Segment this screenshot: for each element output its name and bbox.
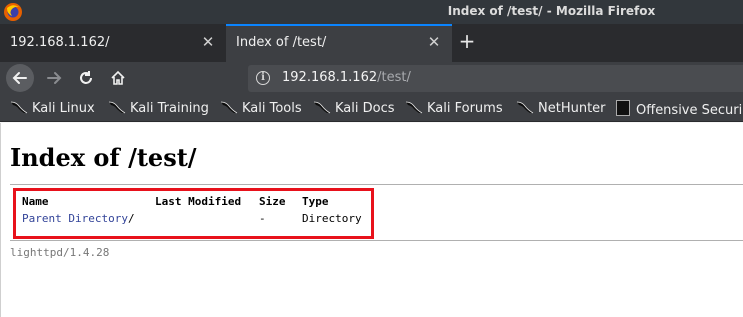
window-title: Index of /test/ - Mozilla Firefox — [447, 4, 656, 18]
url-host: 192.168.1.162 — [282, 70, 378, 85]
kali-dragon-icon — [405, 101, 423, 114]
page-title: Index of /test/ — [10, 143, 197, 172]
bookmark-kali-forums[interactable]: Kali Forums — [405, 100, 503, 118]
bookmark-label: Kali Docs — [335, 101, 395, 116]
firefox-logo-icon — [4, 3, 22, 21]
url-path: /test/ — [377, 70, 411, 85]
forward-arrow-icon[interactable] — [40, 64, 68, 92]
bookmark-label: Kali Tools — [242, 101, 302, 116]
bookmark-offensive-security[interactable]: Offensive Securi — [616, 100, 742, 118]
reload-icon[interactable] — [72, 64, 100, 92]
offsec-icon — [616, 100, 630, 116]
kali-dragon-icon — [220, 101, 238, 114]
bookmark-kali-docs[interactable]: Kali Docs — [313, 100, 395, 118]
new-tab-plus-icon[interactable]: + — [456, 30, 478, 52]
bookmark-kali-training[interactable]: Kali Training — [108, 100, 209, 118]
page-content: Index of /test/ Name Last Modified Size … — [0, 123, 743, 317]
kali-dragon-icon — [10, 101, 28, 114]
kali-dragon-icon — [516, 101, 534, 114]
window-titlebar: Index of /test/ - Mozilla Firefox — [0, 0, 743, 24]
server-signature: lighttpd/1.4.28 — [10, 246, 110, 259]
url-text[interactable]: 192.168.1.162/test/ — [282, 70, 411, 85]
bookmark-label: Kali Linux — [32, 101, 95, 116]
site-info-icon[interactable]: i — [256, 71, 270, 85]
tab-label: 192.168.1.162/ — [10, 35, 110, 50]
bookmark-label: Kali Training — [130, 101, 209, 116]
home-icon[interactable] — [104, 64, 132, 92]
bookmark-label: NetHunter — [538, 101, 606, 116]
back-arrow-icon[interactable] — [6, 64, 34, 92]
red-highlight-box — [13, 188, 374, 239]
divider — [10, 240, 743, 241]
bookmark-label: Offensive Securi — [636, 103, 743, 118]
bookmark-kali-tools[interactable]: Kali Tools — [220, 100, 302, 118]
bookmark-nethunter[interactable]: NetHunter — [516, 100, 606, 118]
bookmarks-toolbar: Kali Linux Kali Training Kali Tools Kali… — [0, 94, 743, 122]
tab-label: Index of /test/ — [236, 35, 327, 50]
bookmark-label: Kali Forums — [427, 101, 503, 116]
kali-dragon-icon — [313, 101, 331, 114]
close-tab-icon[interactable]: ✕ — [426, 34, 442, 50]
tab-active[interactable]: Index of /test/ ✕ — [226, 24, 452, 62]
navigation-toolbar: i 192.168.1.162/test/ — [0, 62, 743, 94]
kali-dragon-icon — [108, 101, 126, 114]
close-tab-icon[interactable]: ✕ — [200, 34, 216, 50]
tab-strip: 192.168.1.162/ ✕ Index of /test/ ✕ + — [0, 24, 743, 62]
url-bar[interactable]: i 192.168.1.162/test/ — [248, 65, 743, 92]
divider — [10, 184, 743, 185]
bookmark-kali-linux[interactable]: Kali Linux — [10, 100, 95, 118]
tab-inactive[interactable]: 192.168.1.162/ ✕ — [0, 24, 226, 62]
